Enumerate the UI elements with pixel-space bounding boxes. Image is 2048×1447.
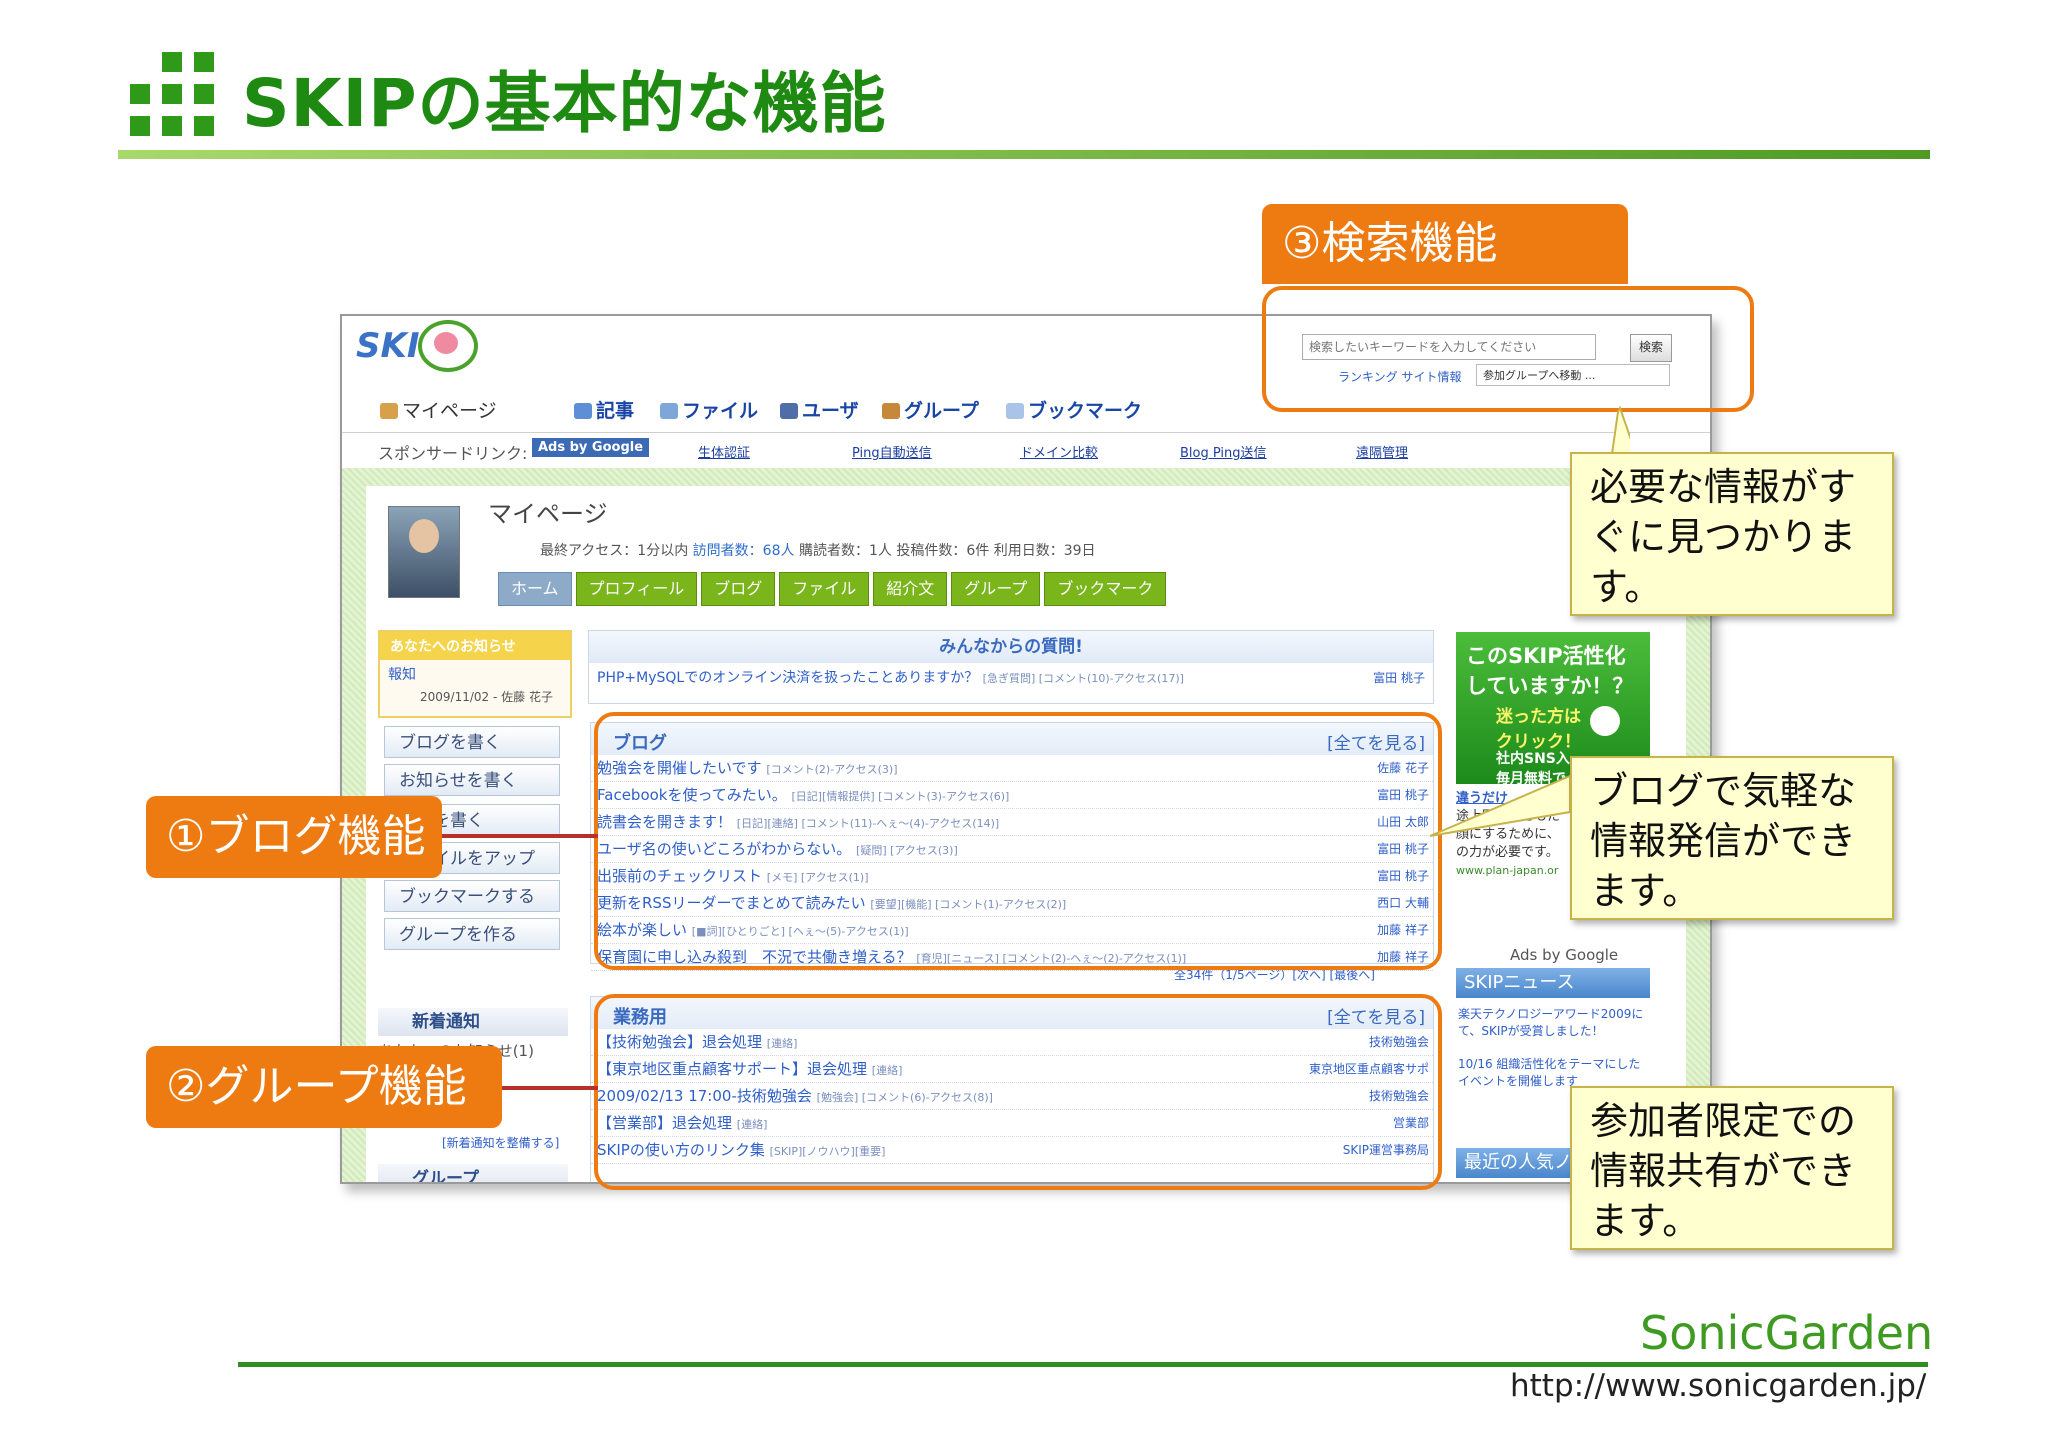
last-access: 最終アクセス：1分以内: [540, 543, 689, 559]
write-notice-button[interactable]: お知らせを書く: [384, 764, 560, 796]
question-title: PHP+MySQLでのオンライン決済を扱ったことありますか？: [597, 670, 979, 686]
notice-meta: 2009/11/02 - 佐藤 花子: [420, 690, 553, 704]
avatar: [388, 506, 460, 598]
ads-by-google-badge[interactable]: Ads by Google: [532, 438, 650, 457]
notice-panel: あなたへのお知らせ 報知 2009/11/02 - 佐藤 花子: [378, 630, 572, 718]
sponsor-link[interactable]: 生体認証: [698, 442, 750, 461]
notice-header: あなたへのお知らせ: [380, 632, 570, 660]
nav-mypage-label: マイページ: [402, 400, 497, 422]
group-feature-label: ②グループ機能: [146, 1046, 502, 1128]
article-icon: [574, 403, 592, 419]
sponsor-link[interactable]: Ping自動送信: [852, 442, 932, 461]
tab-introduction[interactable]: 紹介文: [873, 572, 948, 606]
blog-highlight: [594, 712, 1442, 970]
subscriber-count: 購読者数：1人: [798, 543, 892, 559]
nav-item-users[interactable]: ユーザ: [780, 396, 859, 423]
file-icon: [660, 403, 678, 419]
tab-profile[interactable]: プロフィール: [575, 572, 698, 606]
ads-by-google-label[interactable]: Ads by Google: [1510, 946, 1618, 964]
group-connector: [502, 1086, 598, 1090]
skip-news-header: SKIPニュース: [1456, 968, 1650, 998]
question-meta: [急ぎ質問] [コメント(10)-アクセス(17)]: [982, 672, 1184, 685]
tab-files[interactable]: ファイル: [779, 572, 870, 606]
sponsor-link[interactable]: Blog Ping送信: [1180, 442, 1267, 461]
nav-label: ファイル: [682, 400, 759, 422]
profile-stats: 最終アクセス：1分以内 訪問者数：68人 購読者数：1人 投稿件数：6件 利用日…: [540, 540, 1096, 560]
sponsor-label: スポンサードリンク:: [378, 444, 528, 463]
nav-mypage[interactable]: マイページ: [380, 396, 497, 423]
add-bookmark-button[interactable]: ブックマークする: [384, 880, 560, 912]
search-highlight: [1262, 286, 1754, 412]
nav-item-files[interactable]: ファイル: [660, 396, 758, 423]
post-count: 投稿件数：6件: [896, 543, 990, 559]
group-section-header: グループ: [378, 1164, 568, 1182]
question-row[interactable]: PHP+MySQLでのオンライン決済を扱ったことありますか？ [急ぎ質問] [コ…: [589, 663, 1433, 691]
bookmark-icon: [1006, 403, 1024, 419]
footer-divider: [238, 1362, 1928, 1367]
blog-callout: ブログで気軽な情報発信ができます。: [1570, 756, 1894, 920]
blog-feature-label: ①ブログ機能: [146, 796, 442, 878]
skip-logo[interactable]: SKI: [356, 326, 419, 366]
search-feature-label: ③検索機能: [1262, 204, 1628, 284]
tab-blog[interactable]: ブログ: [701, 572, 776, 606]
create-group-button[interactable]: グループを作る: [384, 918, 560, 950]
blog-connector: [442, 834, 598, 838]
write-blog-button[interactable]: ブログを書く: [384, 726, 560, 758]
group-icon: [882, 403, 900, 419]
search-callout: 必要な情報がすぐに見つかります。: [1570, 452, 1894, 616]
skip-news-item[interactable]: 10/16 組織活性化をテーマにしたイベントを開催します: [1458, 1056, 1648, 1090]
tab-groups[interactable]: グループ: [951, 572, 1041, 606]
home-icon: [380, 403, 398, 419]
tab-home[interactable]: ホーム: [498, 572, 572, 606]
title-divider: [118, 150, 1930, 159]
new-arrivals-settings-link[interactable]: [新着通知を整備する]: [442, 1134, 559, 1151]
nav-item-groups[interactable]: グループ: [882, 396, 979, 423]
nav-item-articles[interactable]: 記事: [574, 396, 634, 423]
profile-tabs: ホーム プロフィール ブログ ファイル 紹介文 グループ ブックマーク: [498, 572, 1167, 606]
nav-label: ブックマーク: [1028, 400, 1143, 422]
nav-label: グループ: [904, 400, 979, 422]
visitor-count[interactable]: 訪問者数：68人: [693, 543, 795, 559]
group-callout: 参加者限定での情報共有ができます。: [1570, 1086, 1894, 1250]
notice-item[interactable]: 報知: [380, 660, 570, 684]
sonicgarden-logo: SonicGarden: [1640, 1306, 1934, 1360]
slide-logo-grid-icon: [130, 52, 214, 136]
group-highlight: [594, 994, 1442, 1190]
usage-days: 利用日数：39日: [993, 543, 1096, 559]
skip-news-item[interactable]: 楽天テクノロジーアワード2009にて、SKIPが受賞しました！: [1458, 1006, 1648, 1040]
nav-item-bookmarks[interactable]: ブックマーク: [1006, 396, 1142, 423]
user-icon: [780, 403, 798, 419]
skip-mascot-icon: [418, 320, 478, 372]
slide-title: SKIPの基本的な機能: [242, 65, 887, 142]
questions-panel: みんなからの質問! PHP+MySQLでのオンライン決済を扱ったことありますか？…: [588, 630, 1434, 704]
questions-header: みんなからの質問!: [589, 631, 1433, 663]
sponsor-link[interactable]: ドメイン比較: [1020, 442, 1098, 461]
new-arrivals-header: 新着通知: [378, 1008, 568, 1036]
nav-label: 記事: [596, 400, 635, 422]
nav-label: ユーザ: [802, 400, 859, 422]
page-title: マイページ: [488, 500, 608, 528]
footer-url[interactable]: http://www.sonicgarden.jp/: [1510, 1368, 1926, 1404]
tab-bookmarks[interactable]: ブックマーク: [1044, 572, 1167, 606]
